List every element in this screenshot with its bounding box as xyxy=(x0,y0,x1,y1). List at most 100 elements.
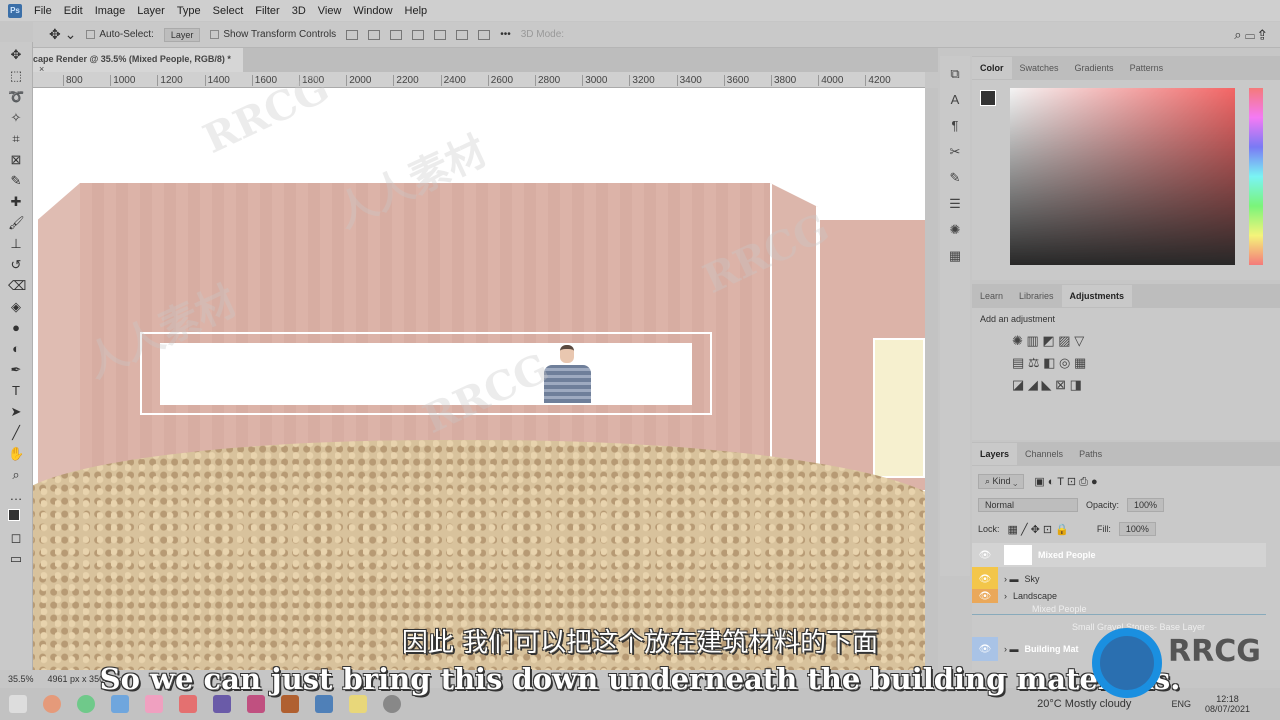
hand-tool-icon[interactable]: ✋ xyxy=(8,446,24,462)
illustrator-icon[interactable] xyxy=(281,695,299,713)
layer-row[interactable]: 👁 Mixed People xyxy=(972,543,1266,567)
foreground-color-swatch[interactable] xyxy=(980,90,996,106)
character-icon[interactable]: A xyxy=(947,92,963,108)
tab-layers[interactable]: Layers xyxy=(972,443,1018,465)
color-swatches-icon[interactable] xyxy=(8,509,24,525)
properties-icon[interactable]: ☰ xyxy=(947,196,963,212)
swatch-grid-icon[interactable]: ▦ xyxy=(947,248,963,264)
magic-wand-icon[interactable]: ✧ xyxy=(8,110,24,126)
type-tool-icon[interactable]: T xyxy=(8,383,24,399)
eraser-icon[interactable]: ⌫ xyxy=(8,278,26,294)
healing-brush-icon[interactable]: ✚ xyxy=(8,194,24,210)
menu-type[interactable]: Type xyxy=(177,5,201,17)
screen-mode-icon[interactable]: ▭ xyxy=(8,551,24,567)
kind-filter[interactable]: ⌕ Kind ⌄ xyxy=(978,474,1025,489)
menu-window[interactable]: Window xyxy=(353,5,392,17)
tools-icon[interactable]: ✂ xyxy=(947,144,963,160)
windows-start-icon[interactable] xyxy=(9,695,27,713)
tab-channels[interactable]: Channels xyxy=(1017,443,1071,465)
acrobat-icon[interactable] xyxy=(179,695,197,713)
menu-help[interactable]: Help xyxy=(405,5,428,17)
menu-image[interactable]: Image xyxy=(95,5,126,17)
auto-select-checkbox[interactable]: Auto-Select: xyxy=(86,29,154,40)
weather[interactable]: 20°C Mostly cloudy xyxy=(1037,698,1131,710)
opacity-input[interactable]: 100% xyxy=(1127,498,1165,512)
auto-select-dropdown[interactable]: Layer xyxy=(163,27,201,42)
outlook-icon[interactable] xyxy=(111,695,129,713)
filter-icons[interactable]: ▣ ◐ T ⊡ ⎙ ● xyxy=(1034,475,1097,489)
menu-file[interactable]: File xyxy=(34,5,52,17)
clock[interactable]: 12:18 08/07/2021 xyxy=(1205,694,1250,714)
eye-icon[interactable]: 👁 xyxy=(972,567,998,591)
adjustment-icons[interactable]: ✺ ▥ ◩ ▨ ▽ ▤ ⚖ ◧ ◎ ▦ ◪ ◢ ◣ ⊠ ◨ xyxy=(972,330,1280,396)
eye-icon[interactable]: 👁 xyxy=(972,589,998,603)
align-middle-icon[interactable] xyxy=(456,29,469,40)
menu-view[interactable]: View xyxy=(318,5,342,17)
stamp-tool-icon[interactable]: ⊥ xyxy=(8,236,24,252)
tab-adjustments[interactable]: Adjustments xyxy=(1061,285,1133,307)
search-icon[interactable]: ⌕ ▭ ⇪ xyxy=(1234,27,1266,43)
obs-icon[interactable] xyxy=(383,695,401,713)
tab-paths[interactable]: Paths xyxy=(1071,443,1110,465)
tab-libraries[interactable]: Libraries xyxy=(1011,285,1062,307)
tab-swatches[interactable]: Swatches xyxy=(1012,57,1067,79)
quick-mask-icon[interactable]: ◻ xyxy=(8,530,24,546)
more-options-icon[interactable]: ••• xyxy=(500,29,511,40)
zoom-tool-icon[interactable]: ⌕ xyxy=(8,467,24,483)
more-tools-icon[interactable]: … xyxy=(8,488,24,504)
eyedropper-icon[interactable]: ✎ xyxy=(8,173,24,189)
fill-input[interactable]: 100% xyxy=(1118,522,1156,536)
move-tool-icon[interactable]: ✥ ⌄ xyxy=(49,26,76,43)
color-field[interactable] xyxy=(1010,88,1235,265)
menu-filter[interactable]: Filter xyxy=(255,5,279,17)
move-tool-icon[interactable]: ✥ xyxy=(8,47,24,63)
hue-slider[interactable] xyxy=(1249,88,1263,265)
menu-3d[interactable]: 3D xyxy=(292,5,306,17)
photoshop-taskbar-icon[interactable] xyxy=(315,695,333,713)
dragged-layer-row[interactable]: Mixed People xyxy=(972,603,1266,615)
paint-bucket-icon[interactable]: ◈ xyxy=(8,299,24,315)
lock-icons[interactable]: ▦ ╱ ✥ ⊡ 🔒 xyxy=(1008,523,1069,536)
line-tool-icon[interactable]: ╱ xyxy=(8,425,24,441)
align-center-icon[interactable] xyxy=(368,29,381,40)
dodge-tool-icon[interactable]: ◐ xyxy=(8,341,24,357)
history-icon[interactable]: ⧉ xyxy=(947,66,963,82)
align-right-icon[interactable] xyxy=(390,29,403,40)
indesign-icon[interactable] xyxy=(247,695,265,713)
vertical-scrollbar[interactable] xyxy=(925,88,938,670)
spotify-icon[interactable] xyxy=(77,695,95,713)
layer-group-row[interactable]: 👁 › ▬ Sky xyxy=(972,567,1266,591)
tab-color[interactable]: Color xyxy=(972,57,1012,79)
tab-gradients[interactable]: Gradients xyxy=(1067,57,1122,79)
photos-icon[interactable] xyxy=(145,695,163,713)
pen-tool-icon[interactable]: ✒ xyxy=(8,362,24,378)
history-brush-icon[interactable]: ↺ xyxy=(8,257,24,273)
blur-tool-icon[interactable]: ● xyxy=(8,320,24,336)
brush-settings-icon[interactable]: ✎ xyxy=(947,170,963,186)
align-bottom-icon[interactable] xyxy=(478,29,491,40)
explorer-icon[interactable] xyxy=(349,695,367,713)
menu-edit[interactable]: Edit xyxy=(64,5,83,17)
layer-group-row[interactable]: 👁 › Landscape xyxy=(972,589,1266,603)
align-top-icon[interactable] xyxy=(434,29,447,40)
document-tab[interactable]: cape Render @ 35.5% (Mixed People, RGB/8… xyxy=(33,48,243,74)
lasso-tool-icon[interactable]: ➰ xyxy=(8,89,24,105)
menu-layer[interactable]: Layer xyxy=(137,5,165,17)
marquee-tool-icon[interactable]: ⬚ xyxy=(8,68,24,84)
language[interactable]: ENG xyxy=(1171,699,1191,709)
document-canvas[interactable] xyxy=(33,88,925,670)
crop-tool-icon[interactable]: ⌗ xyxy=(8,131,24,147)
frame-tool-icon[interactable]: ⊠ xyxy=(8,152,24,168)
tab-learn[interactable]: Learn xyxy=(972,285,1011,307)
premiere-icon[interactable] xyxy=(213,695,231,713)
show-transform-checkbox[interactable]: Show Transform Controls xyxy=(210,29,336,40)
path-select-icon[interactable]: ➤ xyxy=(8,404,24,420)
distribute-icon[interactable] xyxy=(412,29,425,40)
eye-icon[interactable]: 👁 xyxy=(972,543,998,567)
brush-tool-icon[interactable]: 🖌 xyxy=(8,215,25,231)
paragraph-icon[interactable]: ¶ xyxy=(947,118,963,134)
blend-mode-select[interactable]: Normal xyxy=(978,498,1078,512)
align-left-icon[interactable] xyxy=(346,29,359,40)
sun-icon[interactable]: ✺ xyxy=(947,222,963,238)
menu-select[interactable]: Select xyxy=(213,5,244,17)
